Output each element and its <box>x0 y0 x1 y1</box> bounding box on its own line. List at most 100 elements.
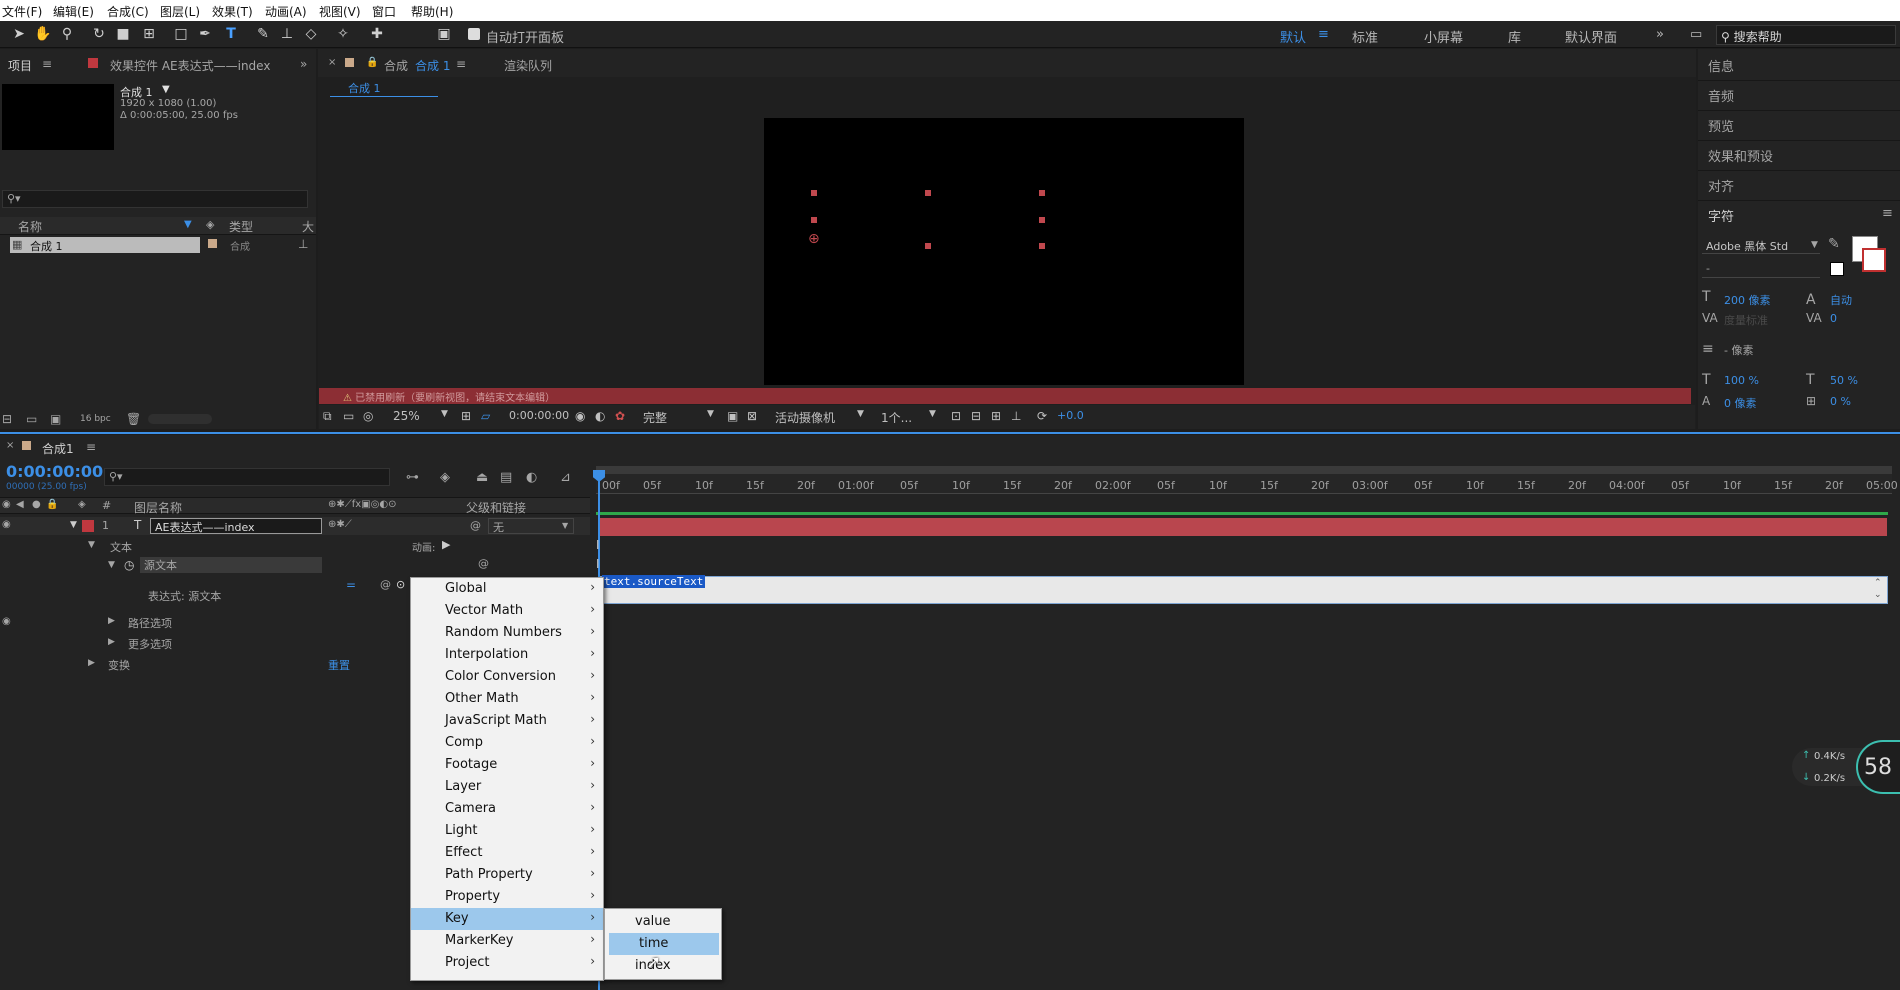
anchor-tool-icon[interactable]: ⊞ <box>140 25 158 43</box>
panel-effects-presets[interactable]: 效果和预设 <box>1708 146 1773 165</box>
expression-text[interactable]: text.sourceText <box>602 575 706 588</box>
layer-switches-icon[interactable]: ⊕✱⟋ <box>328 519 352 530</box>
stopwatch-icon[interactable]: ◷ <box>124 558 134 572</box>
menu-effect[interactable]: 效果(T) <box>212 3 253 20</box>
tracking-value[interactable]: 0 <box>1830 312 1837 325</box>
workspace-default[interactable]: 默认 <box>1280 27 1306 46</box>
fit-icon[interactable]: ⊞ <box>461 409 471 423</box>
text-bbox-handle[interactable] <box>925 190 931 196</box>
menu-view[interactable]: 视图(V) <box>319 3 361 20</box>
stroke-color-swatch[interactable] <box>1862 248 1886 272</box>
menu-item-light[interactable]: Light › <box>411 820 603 842</box>
menu-item-key[interactable]: Key › <box>411 908 603 930</box>
expression-field[interactable] <box>600 576 1888 604</box>
lock-icon[interactable]: 🔒 <box>46 499 58 510</box>
panel-align[interactable]: 对齐 <box>1708 176 1734 195</box>
menu-item-project[interactable]: Project › <box>411 952 603 974</box>
col-type[interactable]: 类型 <box>229 218 253 235</box>
timeline-icon[interactable]: ⊞ <box>991 409 1001 423</box>
menu-item-path-property[interactable]: Path Property › <box>411 864 603 886</box>
visibility-icon[interactable]: ◉ <box>2 519 11 530</box>
pen-tool-icon[interactable]: ✒ <box>196 25 214 43</box>
motion-blur-icon[interactable]: ◐ <box>526 470 537 485</box>
auto-open-checkbox[interactable] <box>468 28 480 40</box>
text-bbox-handle[interactable] <box>925 243 931 249</box>
expand-icon[interactable]: ▶ <box>108 616 115 626</box>
region-icon[interactable]: ▣ <box>727 409 738 423</box>
tab-composition[interactable]: 合成 <box>384 57 408 74</box>
bpc-label[interactable]: 16 bpc <box>80 414 111 424</box>
hscale-value[interactable]: 50 % <box>1830 374 1858 387</box>
col-name[interactable]: 名称 <box>18 218 42 235</box>
text-bbox-handle[interactable] <box>1039 217 1045 223</box>
hand-tool-icon[interactable]: ✋ <box>34 25 52 43</box>
font-family-select[interactable]: Adobe 黑体 Std <box>1702 236 1820 254</box>
keyframe-icon[interactable]: I <box>596 538 600 552</box>
eraser-tool-icon[interactable]: ◇ <box>302 25 320 43</box>
comp-canvas[interactable]: ⊕ <box>764 118 1244 385</box>
expression-scroll-icon[interactable]: ⌃ <box>1874 578 1882 588</box>
more-workspaces-icon[interactable]: » <box>1656 27 1664 42</box>
selection-tool-icon[interactable]: ➤ <box>10 25 28 43</box>
anchor-point-icon[interactable]: ⊕ <box>808 231 820 247</box>
expression-scroll-icon[interactable]: ⌄ <box>1874 590 1882 600</box>
tab-composition-name[interactable]: 合成 1 <box>415 57 450 74</box>
animate-menu-icon[interactable]: ▶ <box>442 538 450 551</box>
shy-icon[interactable]: ⏏ <box>476 470 488 485</box>
menu-file[interactable]: 文件(F) <box>2 3 42 20</box>
color-channel-icon[interactable]: ✿ <box>615 409 625 423</box>
always-preview-icon[interactable]: ⧉ <box>323 409 332 424</box>
workspace-library[interactable]: 库 <box>1508 27 1521 46</box>
submenu-item-value[interactable]: value <box>605 911 721 933</box>
menu-animation[interactable]: 动画(A) <box>265 3 307 20</box>
menu-layer[interactable]: 图层(L) <box>160 3 200 20</box>
layer-duration-bar[interactable] <box>600 518 1887 536</box>
rectangle-tool-icon[interactable]: □ <box>172 25 190 43</box>
search-help-input[interactable]: ⚲ 搜索帮助 <box>1716 25 1896 45</box>
tab-menu-icon[interactable]: ≡ <box>456 57 466 71</box>
brush-tool-icon[interactable]: ✎ <box>254 25 272 43</box>
solo-icon[interactable]: ● <box>32 499 41 510</box>
tab-effect-controls[interactable]: 效果控件 AE表达式——index <box>110 57 270 74</box>
close-icon[interactable]: × <box>328 57 336 68</box>
panel-menu-icon[interactable]: ≡ <box>1882 206 1893 221</box>
tab-project[interactable]: 项目 <box>8 57 32 74</box>
keyframe-icon[interactable]: I <box>596 557 600 571</box>
visibility-icon[interactable]: ◉ <box>2 616 11 627</box>
tab-render-queue[interactable]: 渲染队列 <box>504 57 552 74</box>
tab-menu-icon[interactable]: ≡ <box>86 440 96 454</box>
vscale-value[interactable]: 100 % <box>1724 374 1759 387</box>
menu-edit[interactable]: 编辑(E) <box>53 3 94 20</box>
menu-item-layer[interactable]: Layer › <box>411 776 603 798</box>
new-comp-icon[interactable]: ▣ <box>50 412 61 426</box>
expression-menu-icon[interactable]: ⊙ <box>396 578 405 591</box>
stroke-width-value[interactable]: - 像素 <box>1724 342 1753 358</box>
stamp-tool-icon[interactable]: ⊥ <box>278 25 296 43</box>
timeline-timecode[interactable]: 0:00:00:00 <box>6 462 103 481</box>
draft-3d-icon[interactable]: ◈ <box>440 470 450 485</box>
baseline-value[interactable]: 0 像素 <box>1724 395 1757 411</box>
toggle-pixel-icon[interactable]: ⊡ <box>951 409 961 423</box>
camera-tool-icon[interactable]: ■ <box>114 25 132 43</box>
exposure-value[interactable]: +0.0 <box>1057 409 1084 422</box>
expand-icon[interactable]: ▼ <box>108 560 115 570</box>
project-search-input[interactable]: ⚲▾ <box>2 190 308 208</box>
reset-link[interactable]: 重置 <box>328 657 350 673</box>
submenu-item-index[interactable]: index <box>605 955 721 977</box>
new-folder-icon[interactable]: ▭ <box>26 412 37 426</box>
label-icon[interactable]: ◈ <box>78 499 86 510</box>
col-layer-name[interactable]: 图层名称 <box>134 499 182 516</box>
menu-item-marker-key[interactable]: MarkerKey › <box>411 930 603 952</box>
font-size-value[interactable]: 200 像素 <box>1724 292 1771 308</box>
layer-name-field[interactable]: AE表达式——index <box>150 518 322 534</box>
zoom-select[interactable]: 25% <box>393 409 420 423</box>
frame-blend-icon[interactable]: ▤ <box>500 470 512 485</box>
audio-icon[interactable]: ◀ <box>16 499 24 510</box>
menu-item-interpolation[interactable]: Interpolation › <box>411 644 603 666</box>
label-icon[interactable]: ◈ <box>206 218 214 231</box>
transparency-grid-icon[interactable]: ▱ <box>481 409 490 423</box>
kerning-value[interactable]: 度量标准 <box>1724 312 1768 328</box>
comp-flow-icon[interactable]: ⊶ <box>406 470 419 485</box>
thumbnail-slider[interactable] <box>148 414 212 424</box>
menu-item-effect[interactable]: Effect › <box>411 842 603 864</box>
